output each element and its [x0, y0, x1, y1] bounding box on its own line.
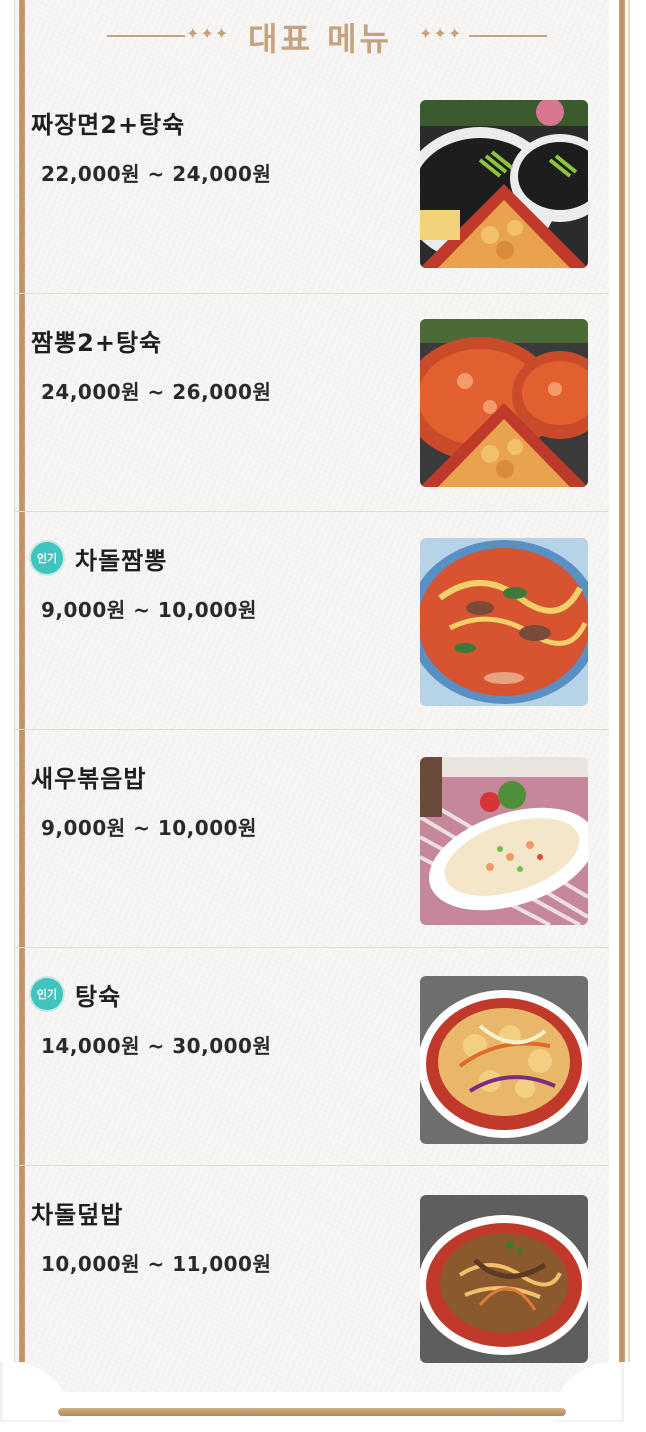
menu-item-price: 9,000원 ~ 10,000원 — [41, 816, 257, 840]
jjamppong-tangsuyuk-photo[interactable] — [420, 319, 588, 487]
menu-item-title-row: 인기 탕슉 — [31, 976, 121, 1012]
menu-item-name: 차돌짬뽕 — [75, 546, 168, 575]
menu-item[interactable]: 새우볶음밥 9,000원 ~ 10,000원 — [15, 730, 609, 948]
menu-item-title-row: 새우볶음밥 — [31, 758, 146, 794]
menu-item-title-row: 짬뽕2+탕슉 — [31, 322, 162, 358]
jajangmyeon-tangsuyuk-photo[interactable] — [420, 100, 588, 268]
popular-badge: 인기 — [31, 542, 63, 574]
menu-item[interactable]: 인기 차돌짬뽕 9,000원 ~ 10,000원 — [15, 512, 609, 730]
section-header: ✦✦✦ 대표 메뉴 ✦✦✦ — [15, 10, 609, 60]
header-line-left — [107, 35, 185, 37]
frame-edge-right — [628, 0, 630, 1362]
menu-item-name: 짬뽕2+탕슉 — [31, 328, 163, 357]
menu-item-price: 10,000원 ~ 11,000원 — [41, 1252, 272, 1276]
menu-item-name: 탕슉 — [75, 982, 122, 1011]
menu-item[interactable]: 차돌덮밥 10,000원 ~ 11,000원 — [15, 1166, 609, 1384]
chadol-jjamppong-photo[interactable] — [420, 538, 588, 706]
section-title: 대표 메뉴 — [248, 20, 392, 58]
menu-item-name: 차돌덮밥 — [31, 1200, 124, 1229]
menu-item-price: 14,000원 ~ 30,000원 — [41, 1034, 272, 1058]
tangsuyuk-photo[interactable] — [420, 976, 588, 1144]
shrimp-fried-rice-photo[interactable] — [420, 757, 588, 925]
menu-item-name: 새우볶음밥 — [31, 764, 147, 793]
menu-item-price: 9,000원 ~ 10,000원 — [41, 598, 257, 622]
diamond-deco-right-icon: ✦✦✦ — [419, 24, 463, 43]
chadol-deopbap-photo[interactable] — [420, 1195, 588, 1363]
header-line-right — [469, 35, 547, 37]
frame-bottom-bar — [58, 1408, 566, 1416]
menu-item[interactable]: 인기 탕슉 14,000원 ~ 30,000원 — [15, 948, 609, 1166]
menu-item[interactable]: 짜장면2+탕슉 22,000원 ~ 24,000원 — [15, 76, 609, 294]
popular-badge: 인기 — [31, 978, 63, 1010]
menu-item-price: 22,000원 ~ 24,000원 — [41, 162, 272, 186]
menu-item-name: 짜장면2+탕슉 — [31, 110, 186, 139]
menu-item-title-row: 짜장면2+탕슉 — [31, 104, 185, 140]
menu-item-title-row: 인기 차돌짬뽕 — [31, 540, 167, 576]
menu-item[interactable]: 짬뽕2+탕슉 24,000원 ~ 26,000원 — [15, 294, 609, 512]
diamond-deco-left-icon: ✦✦✦ — [186, 24, 230, 43]
menu-item-price: 24,000원 ~ 26,000원 — [41, 380, 272, 404]
menu-item-title-row: 차돌덮밥 — [31, 1194, 123, 1230]
